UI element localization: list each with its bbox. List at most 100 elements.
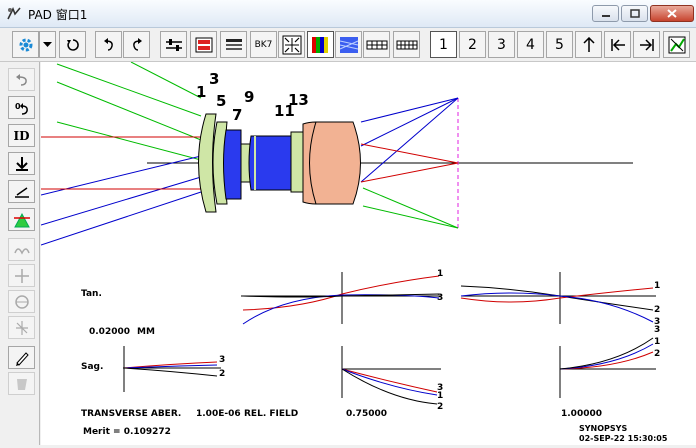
up-button[interactable] [575, 31, 602, 58]
minimize-button[interactable] [592, 5, 619, 22]
ray-green [56, 63, 202, 117]
tool-7-button[interactable] [8, 238, 35, 261]
surface-label-1: 1 [196, 83, 206, 101]
wavelength: 1.00E-06 [196, 409, 241, 419]
spark-icon [15, 320, 28, 335]
adjust-icon [165, 38, 182, 51]
refresh-button[interactable] [59, 31, 86, 58]
aberration-plots: 1 3 1 2 3 3 2 3 1 2 3 1 2 Tan. Sag. 0.02… [81, 269, 668, 443]
glass-button[interactable]: BK7 [250, 31, 277, 58]
download-tool-button[interactable] [8, 152, 35, 175]
sag-label: Sag. [81, 362, 103, 372]
maximize-icon [629, 9, 640, 18]
first-button[interactable] [604, 31, 631, 58]
crosshair-icon [14, 268, 29, 283]
redo-icon [132, 37, 142, 51]
ray-blue [360, 97, 459, 183]
tan-curve-2-red [460, 287, 654, 303]
pen-icon [15, 351, 29, 366]
surface-label-3: 3 [209, 70, 219, 88]
rotate-icon: 0 [15, 102, 28, 115]
surface-label-5: 5 [216, 92, 226, 110]
tan-curve-1-red [242, 275, 440, 311]
surface-label-13: 13 [288, 91, 309, 109]
tool-8-button[interactable] [8, 264, 35, 287]
svg-text:0: 0 [15, 102, 21, 111]
rotate-tool-button[interactable]: 0 [8, 96, 35, 119]
sag-0-label-2: 2 [219, 369, 225, 379]
scale-value: 0.02000 [89, 327, 130, 337]
ray-green [362, 205, 459, 229]
color-bars-icon [311, 36, 328, 53]
graph-button[interactable] [663, 31, 690, 58]
slant-tool-button[interactable] [8, 180, 35, 203]
pen-tool-button[interactable] [8, 346, 35, 369]
pattern-button[interactable] [335, 31, 362, 58]
tan-2-label-2: 2 [654, 305, 660, 315]
zoom-fit-button[interactable] [278, 31, 305, 58]
zoom-fit-icon [282, 35, 301, 54]
sag-curve-1-red [341, 368, 438, 393]
ray-green [56, 121, 202, 161]
surface-label-7: 7 [232, 106, 242, 124]
tool-10-button[interactable] [8, 316, 35, 339]
minimize-icon [601, 14, 610, 17]
table-button[interactable] [363, 31, 390, 58]
tool-9-button[interactable] [8, 290, 35, 313]
glass-icon: BK7 [254, 39, 273, 50]
undo-tool-button[interactable] [8, 68, 35, 91]
title-bar[interactable]: PAD 窗口1 [0, 0, 696, 28]
ray-green [56, 81, 202, 141]
page-3-button[interactable]: 3 [488, 31, 515, 58]
last-icon [639, 38, 654, 51]
page-4-button[interactable]: 4 [517, 31, 544, 58]
page-5-button[interactable]: 5 [546, 31, 573, 58]
lens-element-6 [290, 131, 304, 193]
field-label: REL. FIELD [244, 409, 298, 419]
list-button[interactable] [220, 31, 247, 58]
lens-element-8 [309, 121, 361, 205]
up-arrow-icon [582, 36, 595, 52]
id-label: ID [13, 128, 30, 143]
tan-1-label-1: 1 [437, 269, 443, 279]
pattern-icon [339, 36, 358, 53]
close-button[interactable] [650, 5, 694, 22]
shape-tool-button[interactable] [8, 372, 35, 395]
settings-button[interactable] [12, 31, 39, 58]
tan-2-label-1: 1 [654, 281, 660, 291]
maximize-button[interactable] [621, 5, 648, 22]
grid-icon [396, 40, 417, 49]
field-button[interactable] [190, 31, 217, 58]
adjust-button[interactable] [160, 31, 187, 58]
window-title: PAD 窗口1 [28, 8, 88, 22]
dropdown-arrow-icon [43, 41, 52, 47]
sag-curve-2-black [559, 337, 654, 370]
ray-blue [40, 176, 202, 226]
ray-blue [360, 97, 459, 147]
undo-button[interactable] [95, 31, 122, 58]
last-button[interactable] [633, 31, 660, 58]
prism-tool-button[interactable] [8, 208, 35, 231]
redo-button[interactable] [123, 31, 150, 58]
optical-layout-canvas[interactable]: 1 3 5 7 9 11 13 1 3 1 2 3 3 2 3 1 2 3 1 … [40, 61, 696, 445]
sag-1-label-2: 2 [437, 402, 443, 412]
pad-app-icon [7, 7, 21, 20]
tan-1-label-3: 3 [437, 293, 443, 303]
gear-icon [19, 38, 32, 51]
shape-icon [16, 378, 27, 390]
ray-blue [40, 191, 202, 246]
main-toolbar: BK7 1 2 3 4 5 [0, 28, 696, 62]
page-2-button[interactable]: 2 [459, 31, 486, 58]
page-1-button[interactable]: 1 [430, 31, 457, 58]
settings-dropdown-button[interactable] [39, 31, 56, 58]
field-icon [195, 37, 212, 52]
ray-green [362, 187, 459, 229]
grid-button[interactable] [393, 31, 420, 58]
prism-icon [13, 212, 30, 227]
sag-curve-0-black [123, 367, 218, 377]
color-bars-button[interactable] [307, 31, 334, 58]
tan-curve-2-blue [460, 292, 654, 323]
ray-red [360, 143, 459, 164]
sag-2-label-2: 2 [654, 349, 660, 359]
id-tool-button[interactable]: ID [8, 124, 35, 147]
